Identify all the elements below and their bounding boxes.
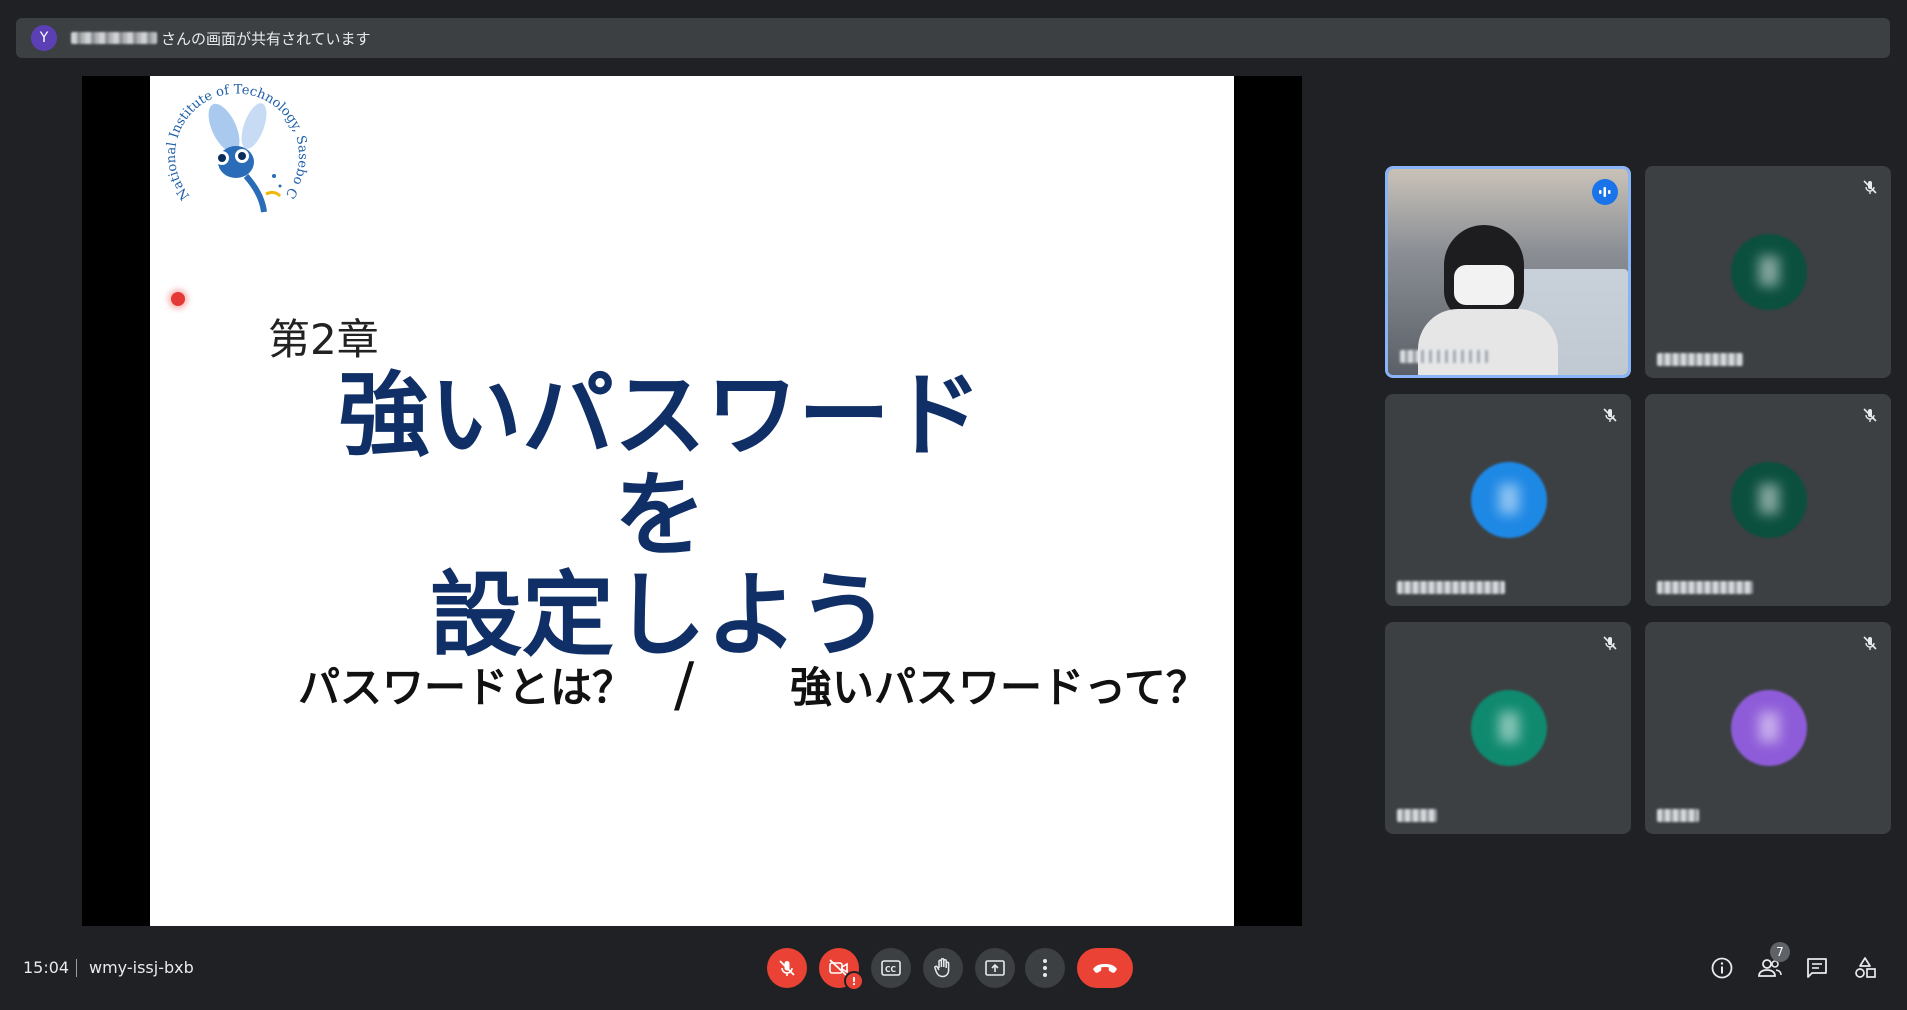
participant-tile-self[interactable] [1385,166,1631,378]
muted-mic-icon [1603,636,1617,650]
meeting-details-button[interactable] [1708,954,1736,982]
participant-tile[interactable] [1645,622,1891,834]
people-count-badge: 7 [1770,942,1790,962]
subtopic-right: 強いパスワードって？ [790,663,1208,712]
speaking-indicator-icon [1592,179,1618,205]
participant-name-blurred [1400,350,1488,363]
present-screen-icon [985,960,1005,976]
participant-shoulders [1418,309,1558,375]
slide: National Institute of Technology, Sasebo… [150,76,1234,926]
participant-avatar [1731,234,1807,310]
participant-tile[interactable] [1385,394,1631,606]
hang-up-icon [1093,964,1117,973]
leave-call-button[interactable] [1077,948,1133,988]
participant-name-blurred [1397,581,1505,594]
captions-button[interactable]: CC [871,948,911,988]
participant-name-blurred [1397,809,1437,822]
muted-mic-icon [1603,408,1617,422]
participant-avatar [1471,690,1547,766]
toolbar-divider [76,959,77,977]
people-button[interactable]: 7 [1756,942,1790,982]
camera-toggle-button[interactable]: ! [819,948,864,991]
participant-name-blurred [1657,581,1753,594]
face-mask [1454,265,1514,305]
mic-off-icon [779,960,795,976]
subtopic-left: パスワードとは？ [298,663,635,712]
slide-title-line1: 強いパスワードを [337,362,982,569]
hand-icon [934,958,950,978]
participant-tile[interactable] [1385,622,1631,834]
raise-hand-button[interactable] [923,948,963,988]
meeting-code: wmy-issj-bxb [89,958,194,977]
participant-avatar [1731,462,1807,538]
more-options-button[interactable] [1025,948,1065,988]
muted-mic-icon [1863,636,1877,650]
participant-tile[interactable] [1645,394,1891,606]
chat-icon [1807,958,1827,978]
chat-button[interactable] [1803,954,1831,982]
subtopic-divider: / [674,650,695,720]
bottom-toolbar: 15:04 wmy-issj-bxb ! CC 7 [0,920,1907,1010]
camera-warning-icon: ! [844,971,864,991]
muted-mic-icon [1863,408,1877,422]
shapes-icon [1855,957,1876,978]
clock: 15:04 [23,958,70,977]
presenter-name-blurred [71,32,157,44]
present-now-button[interactable] [975,948,1015,988]
screen-share-banner: Y さんの画面が共有されています [16,18,1890,58]
college-logo: National Institute of Technology, Sasebo… [162,76,310,213]
participant-name-blurred [1657,353,1743,366]
chapter-label: 第2章 [268,315,379,364]
info-icon [1711,957,1733,979]
slide-title: 強いパスワードを 設定しよう [300,366,1020,666]
svg-text:CC: CC [885,965,897,974]
more-vertical-icon [1043,959,1047,977]
muted-mic-icon [1863,180,1877,194]
participant-tile[interactable] [1645,166,1891,378]
shared-screen: National Institute of Technology, Sasebo… [82,76,1302,926]
activities-button[interactable] [1851,954,1879,982]
presenter-avatar: Y [31,25,57,51]
participant-avatar [1731,690,1807,766]
slide-title-line2: 設定しよう [429,562,890,669]
participant-name-blurred [1657,809,1699,822]
microphone-toggle-button[interactable] [767,948,807,988]
participant-avatar [1471,462,1547,538]
closed-captions-icon: CC [881,960,901,976]
share-status-text: さんの画面が共有されています [161,29,371,48]
laser-pointer [171,292,185,306]
